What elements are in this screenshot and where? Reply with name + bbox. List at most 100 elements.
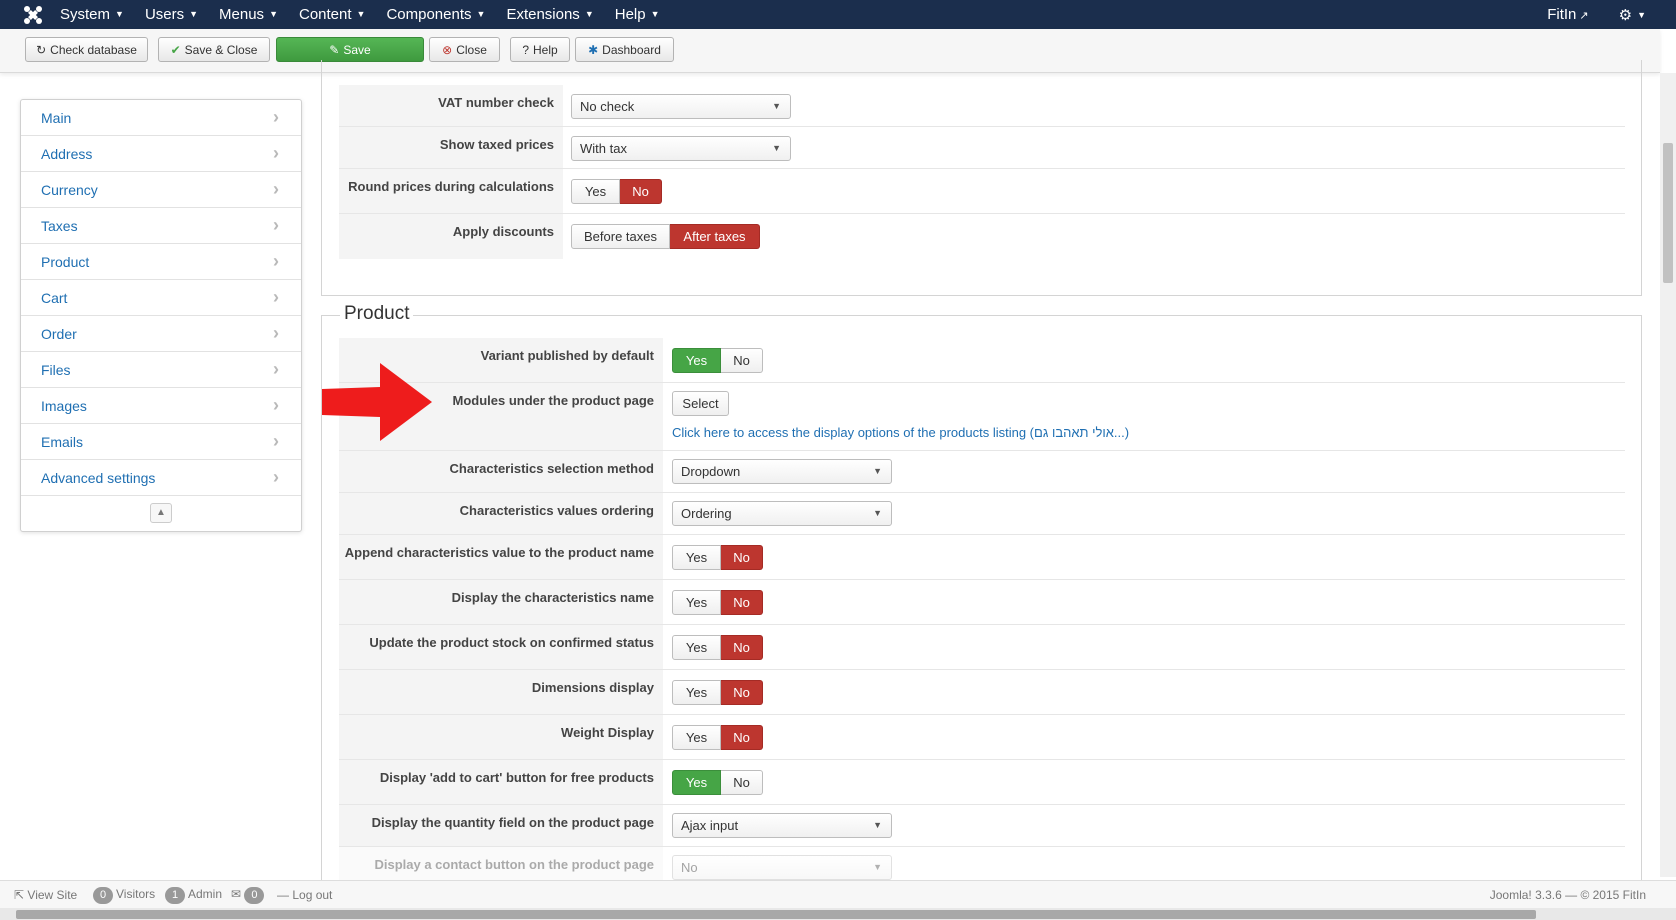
modules-select-button[interactable]: Select xyxy=(672,391,729,416)
row-variant-published: Variant published by default Yes No xyxy=(339,338,1625,383)
update-stock-no[interactable]: No xyxy=(721,635,763,660)
save-button[interactable]: ✎ Save xyxy=(276,37,424,62)
minus-icon: — xyxy=(277,888,289,902)
dropdown-arrow-icon: ▼ xyxy=(772,143,781,153)
sidebar-item-advanced-settings[interactable]: Advanced settings › xyxy=(21,460,301,496)
row-apply-discounts: Apply discounts Before taxes After taxes xyxy=(339,214,1625,259)
envelope-icon: ✉ xyxy=(231,887,242,901)
characteristics-ordering-select[interactable]: Ordering ▼ xyxy=(672,501,892,526)
sidebar-item-images[interactable]: Images › xyxy=(21,388,301,424)
sidebar-item-product[interactable]: Product › xyxy=(21,244,301,280)
sidebar-item-cart[interactable]: Cart › xyxy=(21,280,301,316)
row-dimensions-display: Dimensions display Yes No xyxy=(339,670,1625,715)
round-prices-no[interactable]: No xyxy=(620,179,662,204)
menu-menus[interactable]: Menus ▼ xyxy=(219,0,286,29)
dropdown-arrow-icon: ▼ xyxy=(873,466,882,476)
chevron-right-icon: › xyxy=(273,143,279,163)
menu-help[interactable]: Help ▼ xyxy=(615,0,668,29)
help-button[interactable]: ? Help xyxy=(510,37,570,62)
chevron-right-icon: › xyxy=(273,107,279,127)
apply-discounts-before-taxes[interactable]: Before taxes xyxy=(571,224,670,249)
menu-extensions[interactable]: Extensions ▼ xyxy=(506,0,601,29)
version-info: Joomla! 3.3.6 — © 2015 FitIn xyxy=(1489,888,1646,902)
gear-icon: ⚙ xyxy=(1618,6,1633,24)
menu-users[interactable]: Users ▼ xyxy=(145,0,206,29)
joomla-logo-icon[interactable] xyxy=(22,4,44,26)
dimensions-display-yes[interactable]: Yes xyxy=(672,680,721,705)
row-characteristics-selection: Characteristics selection method Dropdow… xyxy=(339,451,1625,493)
caret-down-icon: ▼ xyxy=(476,9,486,19)
caret-down-icon: ▼ xyxy=(269,9,278,19)
dropdown-arrow-icon: ▼ xyxy=(873,820,882,830)
view-site-link[interactable]: ⇱ View Site xyxy=(14,888,77,902)
update-stock-yes[interactable]: Yes xyxy=(672,635,721,660)
menu-system[interactable]: System ▼ xyxy=(60,0,132,29)
chevron-right-icon: › xyxy=(273,215,279,235)
weight-display-no[interactable]: No xyxy=(721,725,763,750)
sidebar-item-address[interactable]: Address › xyxy=(21,136,301,172)
apply-discounts-after-taxes[interactable]: After taxes xyxy=(670,224,760,249)
weight-display-toggle: Yes No xyxy=(672,725,763,750)
append-characteristics-no[interactable]: No xyxy=(721,545,763,570)
display-characteristics-name-yes[interactable]: Yes xyxy=(672,590,721,615)
round-prices-toggle: Yes No xyxy=(571,179,662,204)
update-stock-toggle: Yes No xyxy=(672,635,763,660)
dimensions-display-no[interactable]: No xyxy=(721,680,763,705)
caret-down-icon: ▼ xyxy=(1637,9,1646,20)
round-prices-yes[interactable]: Yes xyxy=(571,179,620,204)
caret-down-icon: ▼ xyxy=(356,9,366,19)
menu-content[interactable]: Content ▼ xyxy=(299,0,373,29)
display-options-link[interactable]: Click here to access the display options… xyxy=(672,425,1129,440)
chevron-right-icon: › xyxy=(273,359,279,379)
row-add-to-cart-free: Display 'add to cart' button for free pr… xyxy=(339,760,1625,805)
add-to-cart-free-no[interactable]: No xyxy=(721,770,763,795)
characteristics-selection-select[interactable]: Dropdown ▼ xyxy=(672,459,892,484)
dashboard-button[interactable]: ✱ Dashboard xyxy=(575,37,674,62)
top-navbar: System ▼ Users ▼ Menus ▼ Content ▼ Component… xyxy=(0,0,1676,29)
sidebar-item-taxes[interactable]: Taxes › xyxy=(21,208,301,244)
show-taxed-prices-select[interactable]: With tax ▼ xyxy=(571,136,791,161)
external-link-icon: ↗ xyxy=(1579,10,1589,22)
admin-status: 1 Admin xyxy=(165,887,222,904)
contact-button-select[interactable]: No ▼ xyxy=(672,855,892,880)
weight-display-yes[interactable]: Yes xyxy=(672,725,721,750)
vat-number-check-select[interactable]: No check ▼ xyxy=(571,94,791,119)
variant-published-yes[interactable]: Yes xyxy=(672,348,721,373)
display-characteristics-name-toggle: Yes No xyxy=(672,590,763,615)
save-close-button[interactable]: ✔ Save & Close xyxy=(158,37,270,62)
user-menu[interactable]: ⚙ ▼ xyxy=(1619,6,1646,24)
check-database-button[interactable]: ↻ Check database xyxy=(25,37,148,62)
menu-components[interactable]: Components ▼ xyxy=(386,0,493,29)
sidebar-item-currency[interactable]: Currency › xyxy=(21,172,301,208)
quantity-field-select[interactable]: Ajax input ▼ xyxy=(672,813,892,838)
admin-count-badge: 1 xyxy=(165,887,185,904)
sidebar-item-emails[interactable]: Emails › xyxy=(21,424,301,460)
sidebar-item-order[interactable]: Order › xyxy=(21,316,301,352)
dropdown-arrow-icon: ▼ xyxy=(772,101,781,111)
vertical-scrollbar[interactable] xyxy=(1660,73,1676,877)
horizontal-scrollbar[interactable] xyxy=(0,908,1676,920)
sidebar-item-files[interactable]: Files › xyxy=(21,352,301,388)
apply-discounts-toggle: Before taxes After taxes xyxy=(571,224,760,249)
row-round-prices: Round prices during calculations Yes No xyxy=(339,169,1625,214)
logout-link[interactable]: — Log out xyxy=(277,888,332,902)
share-icon: ⇱ xyxy=(14,888,25,902)
caret-down-icon: ▼ xyxy=(584,9,594,19)
edit-icon: ✎ xyxy=(329,42,340,57)
sidebar-item-main[interactable]: Main › xyxy=(21,100,301,136)
messages-status[interactable]: ✉ 0 xyxy=(231,887,267,904)
scrollbar-thumb[interactable] xyxy=(1663,143,1673,283)
scrollbar-thumb[interactable] xyxy=(16,910,1536,919)
chevron-right-icon: › xyxy=(273,323,279,343)
append-characteristics-yes[interactable]: Yes xyxy=(672,545,721,570)
collapse-sidebar-icon[interactable]: ▲ xyxy=(150,503,172,523)
add-to-cart-free-yes[interactable]: Yes xyxy=(672,770,721,795)
row-append-characteristics: Append characteristics value to the prod… xyxy=(339,535,1625,580)
row-weight-display: Weight Display Yes No xyxy=(339,715,1625,760)
display-characteristics-name-no[interactable]: No xyxy=(721,590,763,615)
variant-published-toggle: Yes No xyxy=(672,348,763,373)
variant-published-no[interactable]: No xyxy=(721,348,763,373)
close-button[interactable]: ⊗ Close xyxy=(429,37,500,62)
dropdown-arrow-icon: ▼ xyxy=(873,508,882,518)
site-link[interactable]: FitIn ↗ xyxy=(1547,6,1588,23)
